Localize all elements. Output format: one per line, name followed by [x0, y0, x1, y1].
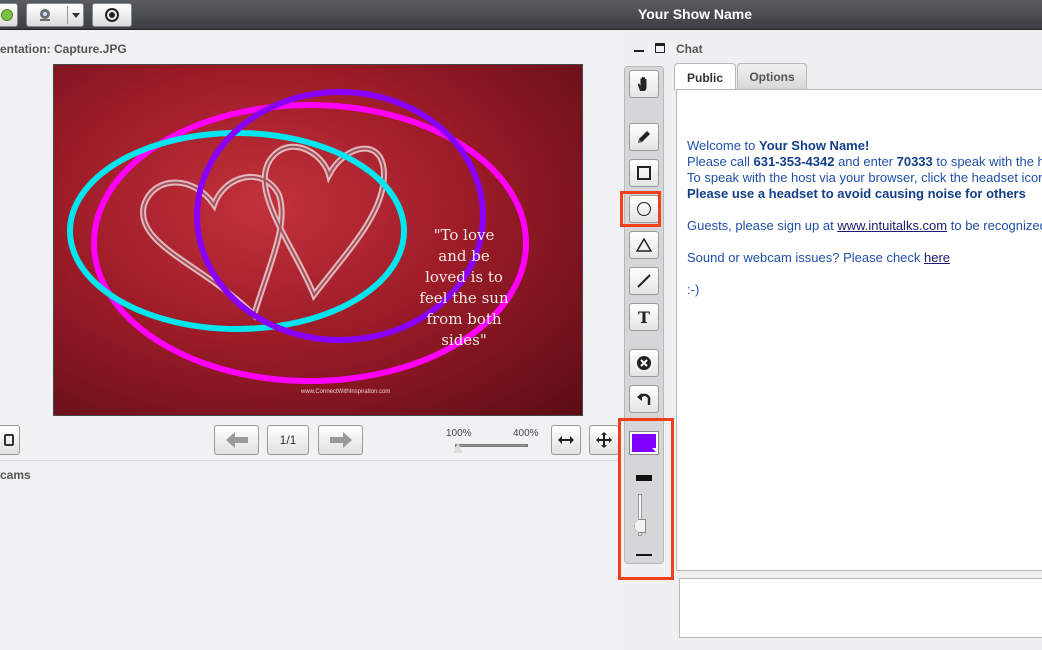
arrow-left-icon [225, 432, 248, 448]
arrow-right-icon [329, 432, 352, 448]
welcome-message: Welcome to Your Show Name! [687, 138, 870, 153]
presentation-label: entation: Capture.JPG [0, 42, 127, 56]
chat-messages: Welcome to Your Show Name! Please call 6… [676, 89, 1042, 571]
browser-message: To speak with the host via your browser,… [687, 170, 1042, 185]
text-tool-button[interactable]: T [629, 303, 659, 331]
zoom-max-label: 400% [513, 428, 539, 439]
guests-message: Guests, please sign up at www.intuitalks… [687, 218, 1042, 233]
webcams-label: cams [0, 468, 31, 482]
fit-page-button[interactable] [589, 425, 619, 455]
minimize-icon[interactable] [634, 43, 644, 52]
chevron-down-icon [72, 13, 80, 18]
line-icon [637, 274, 651, 288]
panel-divider [0, 460, 620, 461]
help-link[interactable]: here [924, 250, 950, 265]
presentation-slide[interactable]: "To love and be loved is to feel the sun… [53, 64, 583, 416]
sync-icon [4, 434, 14, 446]
hand-icon [637, 76, 647, 91]
status-icon [1, 9, 13, 21]
pencil-icon [638, 131, 650, 143]
maximize-icon[interactable] [655, 43, 665, 53]
smiley-message: :-) [687, 282, 700, 297]
call-message: Please call 631-353-4342 and enter 70333… [687, 154, 1042, 169]
top-bar: Your Show Name [0, 0, 1042, 30]
clear-icon [637, 356, 651, 370]
text-icon: T [638, 307, 650, 327]
status-button[interactable] [0, 3, 18, 27]
color-thickness-highlight [618, 418, 674, 580]
record-button[interactable] [92, 3, 132, 27]
fit-width-icon [558, 436, 574, 444]
undo-button[interactable] [629, 385, 659, 413]
zoom-slider-thumb[interactable] [453, 443, 463, 453]
issues-message: Sound or webcam issues? Please check her… [687, 250, 951, 265]
zoom-slider-track[interactable] [455, 444, 528, 447]
line-tool-button[interactable] [629, 267, 659, 295]
triangle-icon [636, 238, 652, 252]
show-title: Your Show Name [637, 6, 753, 22]
record-icon [105, 8, 119, 22]
next-slide-button[interactable] [318, 425, 363, 455]
fit-width-button[interactable] [551, 425, 581, 455]
hand-tool-button[interactable] [629, 70, 659, 98]
clear-button[interactable] [629, 349, 659, 377]
move-icon [596, 432, 612, 448]
tab-public[interactable]: Public [674, 63, 736, 91]
webcam-icon [37, 8, 53, 22]
webcam-dropdown-button[interactable] [26, 3, 84, 27]
undo-icon [637, 393, 651, 405]
triangle-tool-button[interactable] [629, 231, 659, 259]
rectangle-tool-button[interactable] [629, 159, 659, 187]
previous-slide-button[interactable] [214, 425, 259, 455]
ellipse-tool-highlight [620, 191, 661, 227]
page-number: 1/1 [279, 433, 297, 447]
zoom-min-label: 100% [446, 428, 472, 439]
intuitalks-link[interactable]: www.intuitalks.com [837, 218, 947, 233]
chat-input[interactable] [679, 578, 1042, 638]
headset-message: Please use a headset to avoid causing no… [687, 186, 1026, 201]
rectangle-icon [637, 166, 651, 180]
sync-button[interactable] [0, 425, 20, 455]
slide-url: www.ConnectWithInspiration.com [301, 389, 391, 395]
slide-quote: "To love and be loved is to feel the sun… [419, 226, 509, 349]
chat-title: Chat [676, 42, 703, 56]
page-number-button[interactable]: 1/1 [267, 425, 309, 455]
pencil-tool-button[interactable] [629, 123, 659, 151]
tab-options[interactable]: Options [737, 63, 807, 89]
